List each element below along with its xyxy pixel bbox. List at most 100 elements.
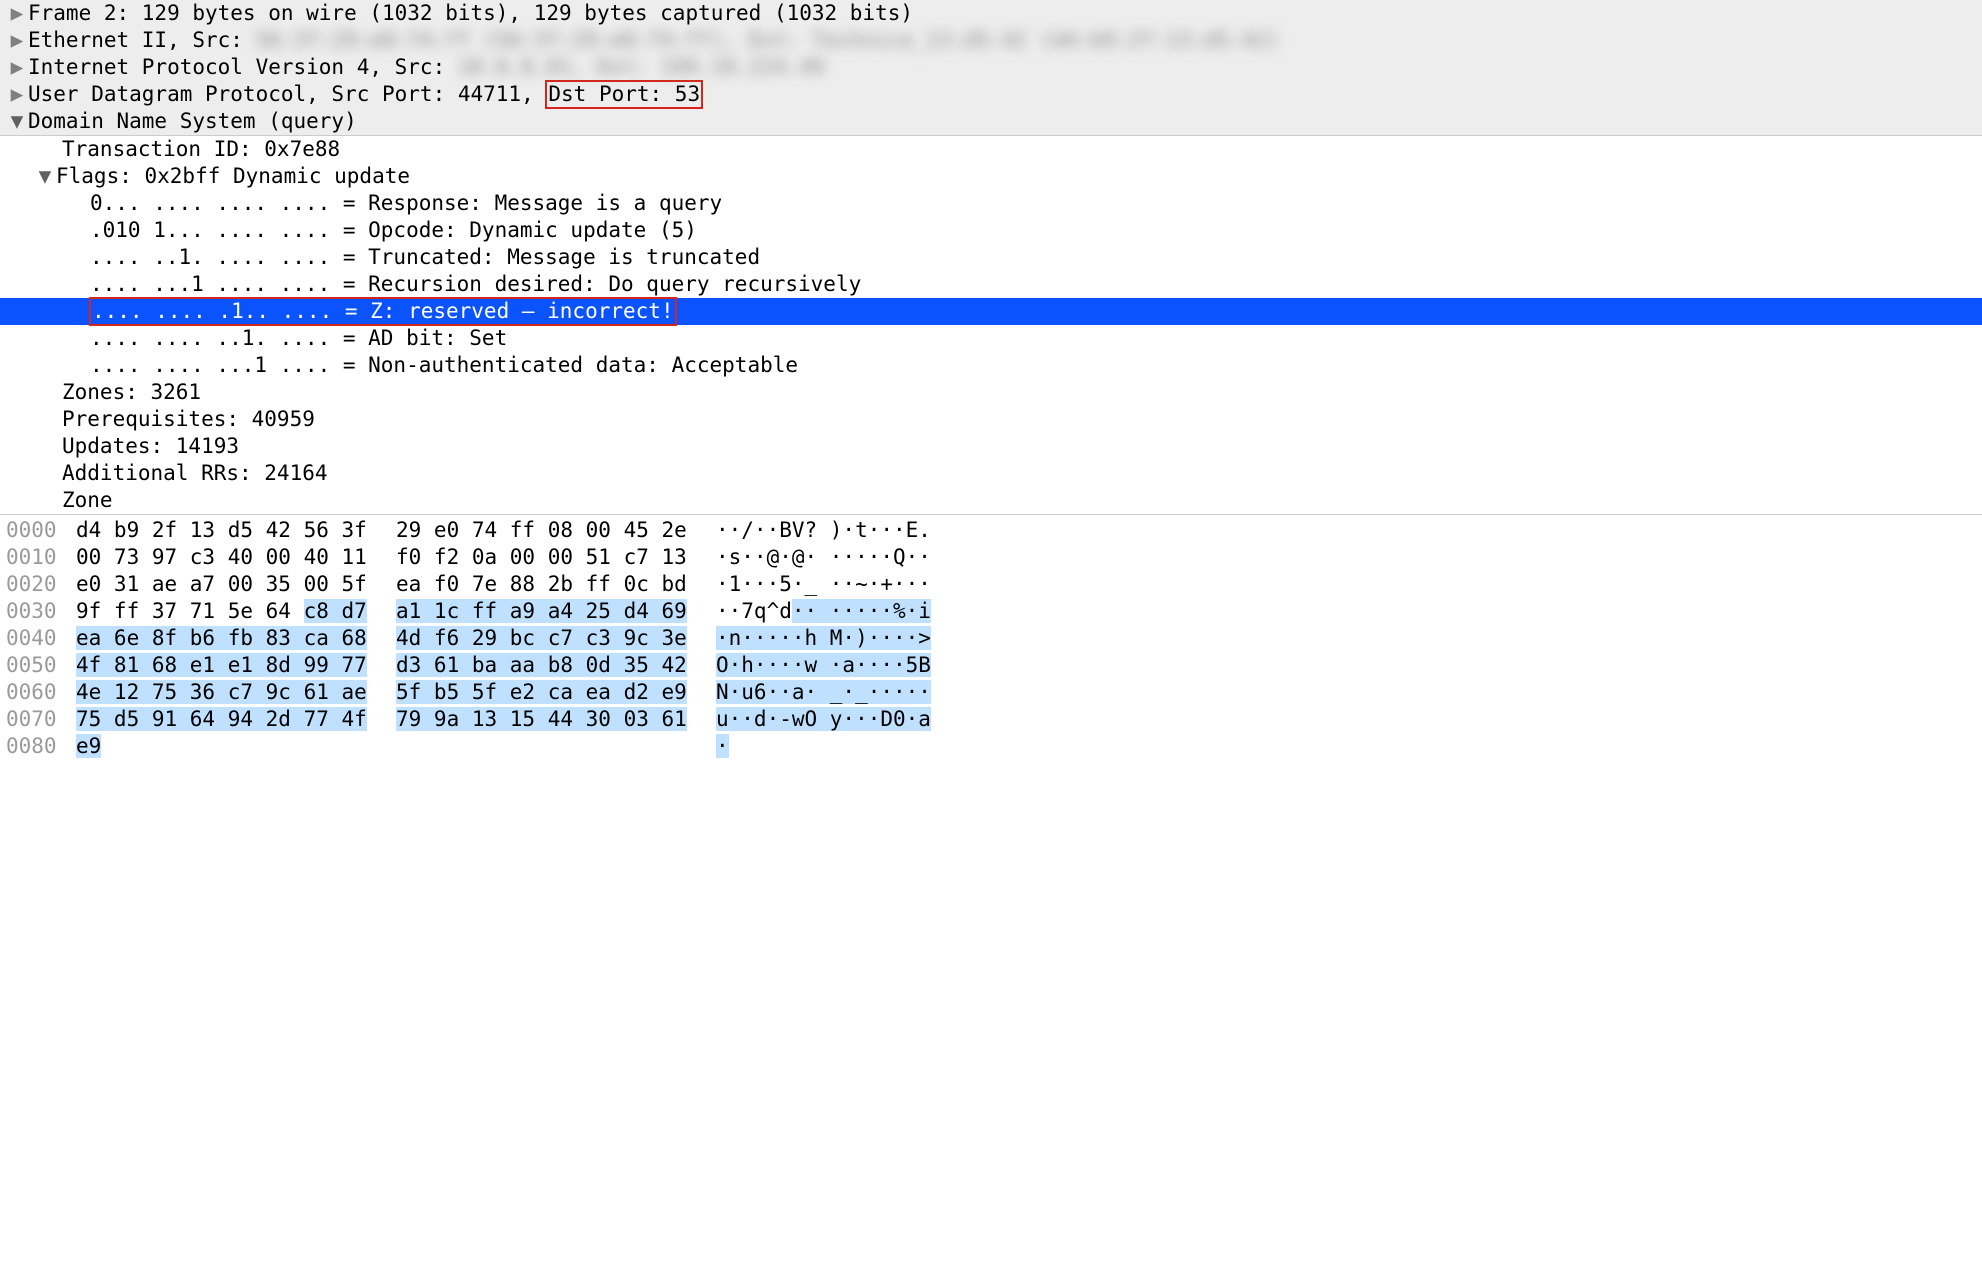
chevron-down-icon[interactable]: ▼ <box>6 108 28 135</box>
hex-row[interactable]: 007075 d5 91 64 94 2d 77 4f 79 9a 13 15 … <box>0 706 1982 733</box>
hex-row[interactable]: 001000 73 97 c3 40 00 40 11 f0 f2 0a 00 … <box>0 544 1982 571</box>
hex-gap <box>366 733 396 760</box>
hex-bytes-left: 00 73 97 c3 40 00 40 11 <box>76 544 366 571</box>
flag-opcode-row[interactable]: .010 1... .... .... = Opcode: Dynamic up… <box>0 217 1982 244</box>
hex-offset: 0010 <box>6 544 76 571</box>
hex-row[interactable]: 0040ea 6e 8f b6 fb 83 ca 68 4d f6 29 bc … <box>0 625 1982 652</box>
dns-header: Domain Name System (query) <box>28 108 357 135</box>
dns-addl-row[interactable]: Additional RRs: 24164 <box>0 460 1982 487</box>
hex-gap <box>686 733 716 760</box>
chevron-right-icon[interactable]: ▶ <box>6 27 28 54</box>
flag-truncated-row[interactable]: .... ..1. .... .... = Truncated: Message… <box>0 244 1982 271</box>
flag-truncated: .... ..1. .... .... = Truncated: Message… <box>90 244 760 271</box>
ethernet-addresses-blurred: 56:3f:29:e0:74:ff (56:3f:29:e0:74:ff), D… <box>256 27 1280 54</box>
hex-gap <box>686 571 716 598</box>
dns-prereq-row[interactable]: Prerequisites: 40959 <box>0 406 1982 433</box>
hex-ascii: ··7q^d·· ·····%·i <box>716 598 976 625</box>
hex-bytes-left: 4e 12 75 36 c7 9c 61 ae <box>76 679 366 706</box>
hex-offset: 0000 <box>6 517 76 544</box>
hex-row[interactable]: 00504f 81 68 e1 e1 8d 99 77 d3 61 ba aa … <box>0 652 1982 679</box>
chevron-right-icon[interactable]: ▶ <box>6 81 28 108</box>
chevron-right-icon[interactable]: ▶ <box>6 0 28 27</box>
hex-bytes-right: 5f b5 5f e2 ca ea d2 e9 <box>396 679 686 706</box>
flag-z-row-selected[interactable]: .... .... .1.. .... = Z: reserved – inco… <box>0 298 1982 325</box>
dns-txid-row[interactable]: Transaction ID: 0x7e88 <box>0 136 1982 163</box>
hex-ascii: O·h····w ·a····5B <box>716 652 976 679</box>
hex-bytes-left: d4 b9 2f 13 d5 42 56 3f <box>76 517 366 544</box>
hex-bytes-left: e0 31 ae a7 00 35 00 5f <box>76 571 366 598</box>
hex-gap <box>366 706 396 733</box>
hex-ascii: ·n·····h M·)····> <box>716 625 976 652</box>
hex-gap <box>686 598 716 625</box>
flag-response: 0... .... .... .... = Response: Message … <box>90 190 722 217</box>
dns-flags-row[interactable]: ▼ Flags: 0x2bff Dynamic update <box>0 163 1982 190</box>
hex-ascii: ·1···5·_ ··~·+··· <box>716 571 976 598</box>
dns-txid: Transaction ID: 0x7e88 <box>62 136 340 163</box>
hex-bytes-left: 75 d5 91 64 94 2d 77 4f <box>76 706 366 733</box>
flag-ad-row[interactable]: .... .... ..1. .... = AD bit: Set <box>0 325 1982 352</box>
hex-gap <box>366 544 396 571</box>
hex-gap <box>366 517 396 544</box>
hex-ascii: u··d·-wO y···D0·a <box>716 706 976 733</box>
hex-offset: 0040 <box>6 625 76 652</box>
dns-zones-row[interactable]: Zones: 3261 <box>0 379 1982 406</box>
hex-gap <box>686 679 716 706</box>
tree-row-ethernet[interactable]: ▶ Ethernet II, Src: 56:3f:29:e0:74:ff (5… <box>0 27 1982 54</box>
flag-opcode: .010 1... .... .... = Opcode: Dynamic up… <box>90 217 697 244</box>
flag-nad-row[interactable]: .... .... ...1 .... = Non-authenticated … <box>0 352 1982 379</box>
hex-gap <box>686 652 716 679</box>
dns-updates: Updates: 14193 <box>62 433 239 460</box>
hex-gap <box>686 544 716 571</box>
chevron-down-icon[interactable]: ▼ <box>34 163 56 190</box>
flag-z-highlight: .... .... .1.. .... = Z: reserved – inco… <box>90 298 676 325</box>
hex-gap <box>366 598 396 625</box>
tree-row-frame[interactable]: ▶ Frame 2: 129 bytes on wire (1032 bits)… <box>0 0 1982 27</box>
hex-offset: 0060 <box>6 679 76 706</box>
ethernet-prefix: Ethernet II, Src: <box>28 27 256 54</box>
hex-row[interactable]: 0020e0 31 ae a7 00 35 00 5f ea f0 7e 88 … <box>0 571 1982 598</box>
hex-gap <box>366 679 396 706</box>
hex-bytes-right <box>396 733 686 760</box>
flag-response-row[interactable]: 0... .... .... .... = Response: Message … <box>0 190 1982 217</box>
hex-offset: 0070 <box>6 706 76 733</box>
hex-gap <box>366 652 396 679</box>
tree-row-dns[interactable]: ▼ Domain Name System (query) <box>0 108 1982 135</box>
flag-rd-row[interactable]: .... ...1 .... .... = Recursion desired:… <box>0 271 1982 298</box>
dns-prereq: Prerequisites: 40959 <box>62 406 315 433</box>
hex-bytes-right: a1 1c ff a9 a4 25 d4 69 <box>396 598 686 625</box>
dns-flags-header: Flags: 0x2bff Dynamic update <box>56 163 410 190</box>
hex-offset: 0030 <box>6 598 76 625</box>
hex-dump-pane[interactable]: 0000d4 b9 2f 13 d5 42 56 3f 29 e0 74 ff … <box>0 514 1982 760</box>
flag-ad: .... .... ..1. .... = AD bit: Set <box>90 325 507 352</box>
hex-bytes-right: ea f0 7e 88 2b ff 0c bd <box>396 571 686 598</box>
hex-offset: 0050 <box>6 652 76 679</box>
hex-offset: 0080 <box>6 733 76 760</box>
dns-zone: Zone <box>62 487 113 514</box>
hex-ascii: ·s··@·@· ·····Q·· <box>716 544 976 571</box>
hex-row[interactable]: 00309f ff 37 71 5e 64 c8 d7 a1 1c ff a9 … <box>0 598 1982 625</box>
hex-gap <box>366 571 396 598</box>
flag-nad: .... .... ...1 .... = Non-authenticated … <box>90 352 798 379</box>
udp-prefix: User Datagram Protocol, Src Port: 44711, <box>28 81 546 108</box>
hex-offset: 0020 <box>6 571 76 598</box>
hex-ascii: N·u6··a· _·_····· <box>716 679 976 706</box>
tree-row-udp[interactable]: ▶ User Datagram Protocol, Src Port: 4471… <box>0 81 1982 108</box>
hex-bytes-right: 29 e0 74 ff 08 00 45 2e <box>396 517 686 544</box>
dns-addl: Additional RRs: 24164 <box>62 460 328 487</box>
hex-row[interactable]: 0000d4 b9 2f 13 d5 42 56 3f 29 e0 74 ff … <box>0 517 1982 544</box>
chevron-right-icon[interactable]: ▶ <box>6 54 28 81</box>
dns-updates-row[interactable]: Updates: 14193 <box>0 433 1982 460</box>
hex-row[interactable]: 0080e9 · <box>0 733 1982 760</box>
hex-ascii: ··/··BV? )·t···E. <box>716 517 976 544</box>
dns-zone-row[interactable]: Zone <box>0 487 1982 514</box>
ipv4-addresses-blurred: 10.0.0.81, Dst: 199.19.224.49 <box>458 54 825 81</box>
hex-bytes-left: ea 6e 8f b6 fb 83 ca 68 <box>76 625 366 652</box>
frame-summary: Frame 2: 129 bytes on wire (1032 bits), … <box>28 0 913 27</box>
ipv4-prefix: Internet Protocol Version 4, Src: <box>28 54 458 81</box>
hex-ascii: · <box>716 733 976 760</box>
flag-rd: .... ...1 .... .... = Recursion desired:… <box>90 271 861 298</box>
hex-gap <box>366 625 396 652</box>
hex-row[interactable]: 00604e 12 75 36 c7 9c 61 ae 5f b5 5f e2 … <box>0 679 1982 706</box>
tree-row-ipv4[interactable]: ▶ Internet Protocol Version 4, Src: 10.0… <box>0 54 1982 81</box>
hex-bytes-right: 79 9a 13 15 44 30 03 61 <box>396 706 686 733</box>
